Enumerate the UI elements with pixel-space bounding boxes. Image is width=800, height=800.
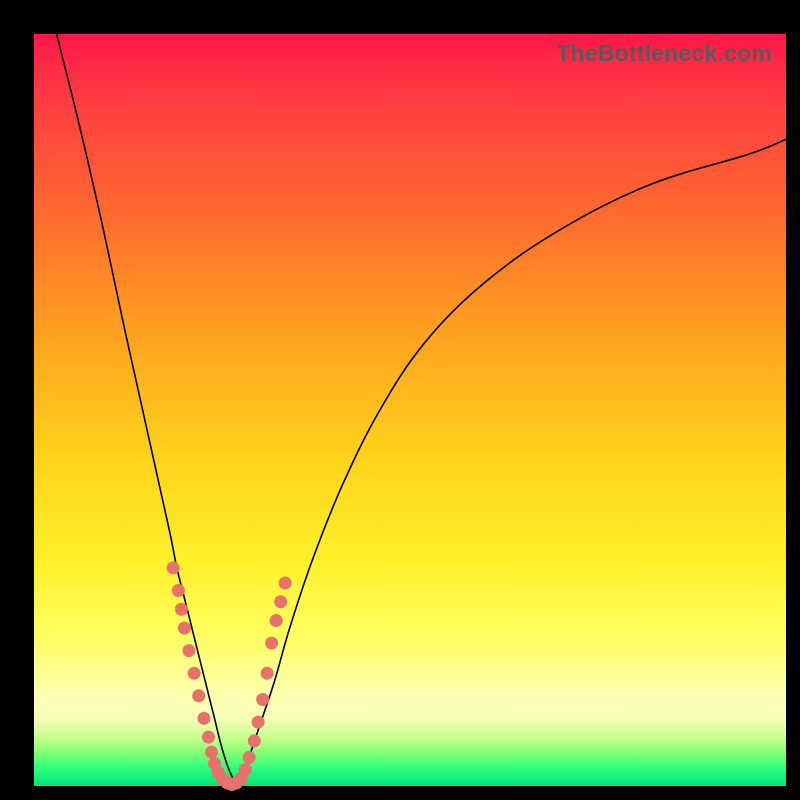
scatter-dot <box>248 734 261 747</box>
scatter-dot <box>172 584 185 597</box>
chart-stage: TheBottleneck.com <box>0 0 800 800</box>
scatter-dot <box>192 689 205 702</box>
chart-svg <box>34 34 786 786</box>
plot-area: TheBottleneck.com <box>34 34 786 786</box>
scatter-dot <box>188 667 201 680</box>
scatter-dot <box>197 712 210 725</box>
scatter-dot <box>243 751 256 764</box>
scatter-dot <box>205 746 218 759</box>
scatter-dot <box>175 603 188 616</box>
right-curve <box>237 139 786 786</box>
scatter-dot <box>279 576 292 589</box>
scatter-dot <box>265 637 278 650</box>
scatter-dot <box>270 614 283 627</box>
scatter-dot <box>261 667 274 680</box>
scatter-dots <box>167 561 292 791</box>
scatter-dot <box>252 716 265 729</box>
scatter-dot <box>256 693 269 706</box>
scatter-dot <box>167 561 180 574</box>
scatter-dot <box>182 644 195 657</box>
scatter-dot <box>274 595 287 608</box>
scatter-dot <box>202 731 215 744</box>
scatter-dot <box>239 763 252 776</box>
scatter-dot <box>178 622 191 635</box>
left-curve <box>57 34 237 786</box>
